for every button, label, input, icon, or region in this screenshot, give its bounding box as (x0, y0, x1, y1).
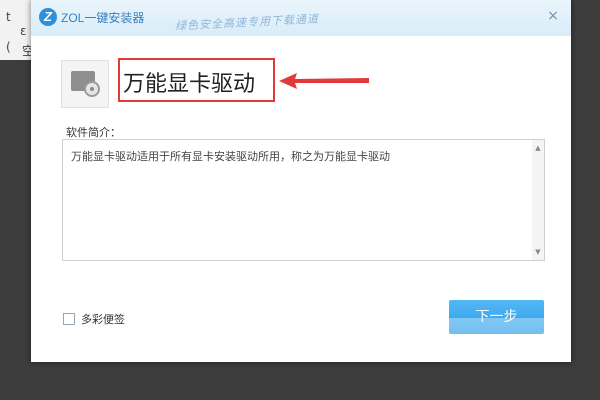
bundle-option[interactable]: 多彩便签 (63, 311, 125, 327)
background-char: ɛ (20, 24, 27, 38)
close-button[interactable]: × (543, 6, 563, 26)
zol-logo-icon: Z (39, 8, 57, 26)
close-icon: × (547, 8, 559, 24)
zol-logo: Z ZOL一键安装器 (39, 8, 144, 26)
description-textarea[interactable]: 万能显卡驱动适用于所有显卡安装驱动所用，称之为万能显卡驱动 ▲ ▼ (62, 139, 545, 261)
title-slogan: 绿色安全高速专用下载通道 (174, 12, 320, 33)
next-button[interactable]: 下一步 (449, 300, 544, 334)
background-char: t (6, 10, 11, 24)
installer-window: Z ZOL一键安装器 绿色安全高速专用下载通道 × 万能显卡驱动 软件简介： 万… (31, 0, 571, 362)
description-label: 软件简介： (66, 126, 121, 139)
scroll-up-icon[interactable]: ▲ (532, 142, 544, 154)
bundle-checkbox-label[interactable]: 多彩便签 (81, 311, 125, 327)
bundle-checkbox[interactable] (63, 313, 75, 325)
scrollbar[interactable]: ▲ ▼ (532, 140, 544, 260)
disc-icon (84, 81, 100, 97)
software-title: 万能显卡驱动 (123, 72, 256, 97)
app-name: ZOL一键安装器 (61, 10, 145, 25)
description-text: 万能显卡驱动适用于所有显卡安装驱动所用，称之为万能显卡驱动 (71, 150, 390, 163)
background-char: ( (6, 40, 11, 54)
software-icon-frame (61, 60, 109, 108)
title-bar[interactable]: Z ZOL一键安装器 绿色安全高速专用下载通道 × (31, 0, 571, 36)
red-arrow-icon (279, 73, 369, 89)
scroll-down-icon[interactable]: ▼ (532, 246, 544, 258)
